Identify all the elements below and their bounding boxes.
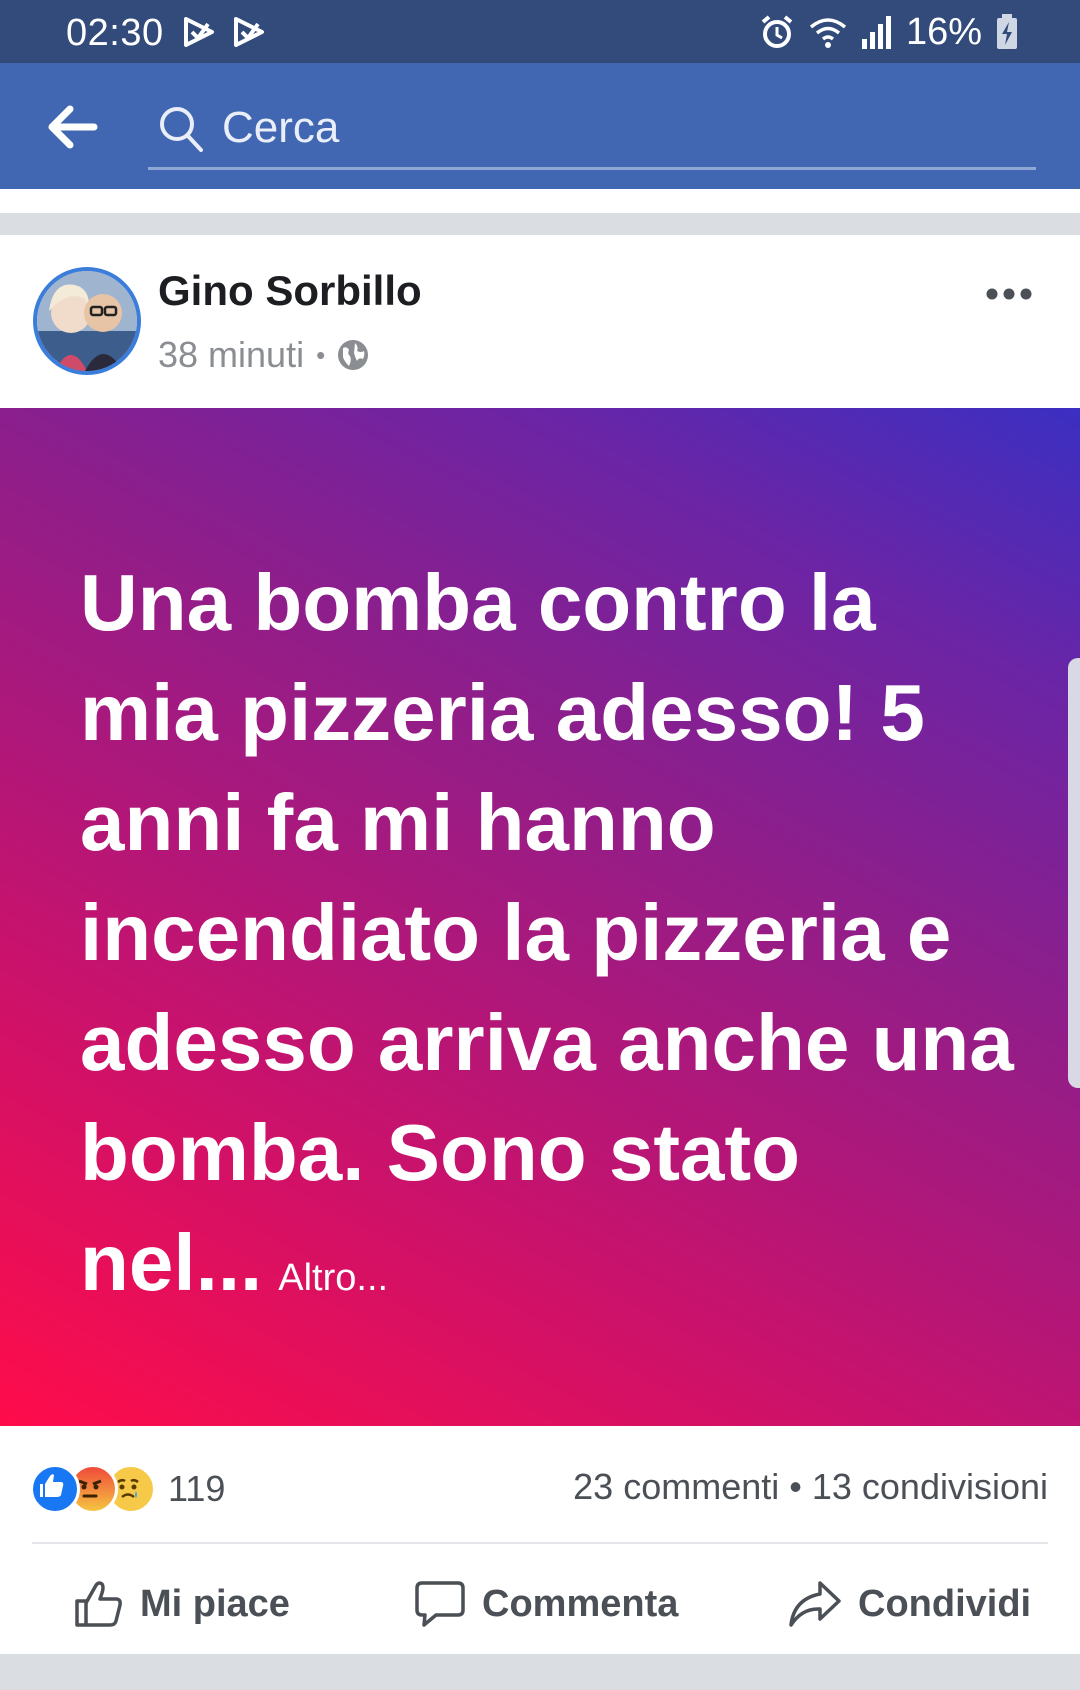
- post-text-body: Una bomba contro la mia pizzeria adesso!…: [80, 558, 1014, 1307]
- post-text: Una bomba contro la mia pizzeria adesso!…: [80, 548, 1020, 1333]
- comment-icon: [415, 1581, 465, 1627]
- share-icon: [789, 1581, 841, 1627]
- globe-icon: [338, 340, 369, 370]
- like-button[interactable]: Mi piace: [74, 1574, 290, 1634]
- scroll-handle[interactable]: [1068, 658, 1080, 1088]
- meta-separator: •: [316, 339, 326, 370]
- comment-button[interactable]: Commenta: [414, 1574, 678, 1634]
- reactions-summary[interactable]: 119: [30, 1464, 226, 1514]
- comments-shares-count[interactable]: 23 commenti • 13 condivisioni: [573, 1466, 1048, 1508]
- feed-divider: [0, 1654, 1080, 1690]
- post-stats: 119 23 commenti • 13 condivisioni: [0, 1426, 1080, 1544]
- search-placeholder: Cerca: [222, 103, 340, 152]
- post-meta: 38 minuti •: [158, 333, 369, 377]
- profile-photo: [37, 271, 137, 371]
- search-header: Cerca: [0, 63, 1080, 189]
- post-actions: Mi piace Commenta Condividi: [0, 1544, 1080, 1654]
- status-time: 02:30: [66, 12, 164, 54]
- battery-charging-icon: [997, 14, 1017, 49]
- thumbs-up-icon: [75, 1581, 122, 1627]
- status-bar: 02:30 16%: [0, 0, 1080, 63]
- alarm-icon: [761, 15, 793, 48]
- post-header: Gino Sorbillo 38 minuti •: [0, 235, 1080, 408]
- battery-percent: 16%: [905, 10, 982, 53]
- wifi-icon: [809, 18, 847, 48]
- status-indicators: 16%: [760, 10, 1018, 53]
- post-content-card[interactable]: Una bomba contro la mia pizzeria adesso!…: [0, 408, 1080, 1426]
- feed-divider: [0, 213, 1080, 235]
- reaction-count: 119: [168, 1468, 226, 1509]
- share-button[interactable]: Condividi: [788, 1574, 1031, 1634]
- more-options-icon[interactable]: [986, 285, 1032, 303]
- notification-icon: [184, 17, 214, 47]
- back-arrow-icon[interactable]: [46, 103, 98, 151]
- comment-label: Commenta: [482, 1582, 679, 1625]
- notification-icon: [234, 17, 264, 47]
- see-more-link[interactable]: Altro...: [278, 1257, 388, 1299]
- search-input[interactable]: Cerca: [148, 91, 1036, 170]
- author-name[interactable]: Gino Sorbillo: [158, 267, 422, 315]
- signal-icon: [861, 16, 891, 49]
- spacer: [0, 189, 1080, 213]
- like-icon: [30, 1464, 80, 1514]
- search-icon: [160, 107, 203, 152]
- post-timestamp[interactable]: 38 minuti: [158, 334, 304, 376]
- share-label: Condividi: [858, 1582, 1032, 1625]
- like-label: Mi piace: [140, 1582, 290, 1625]
- avatar[interactable]: [33, 267, 141, 375]
